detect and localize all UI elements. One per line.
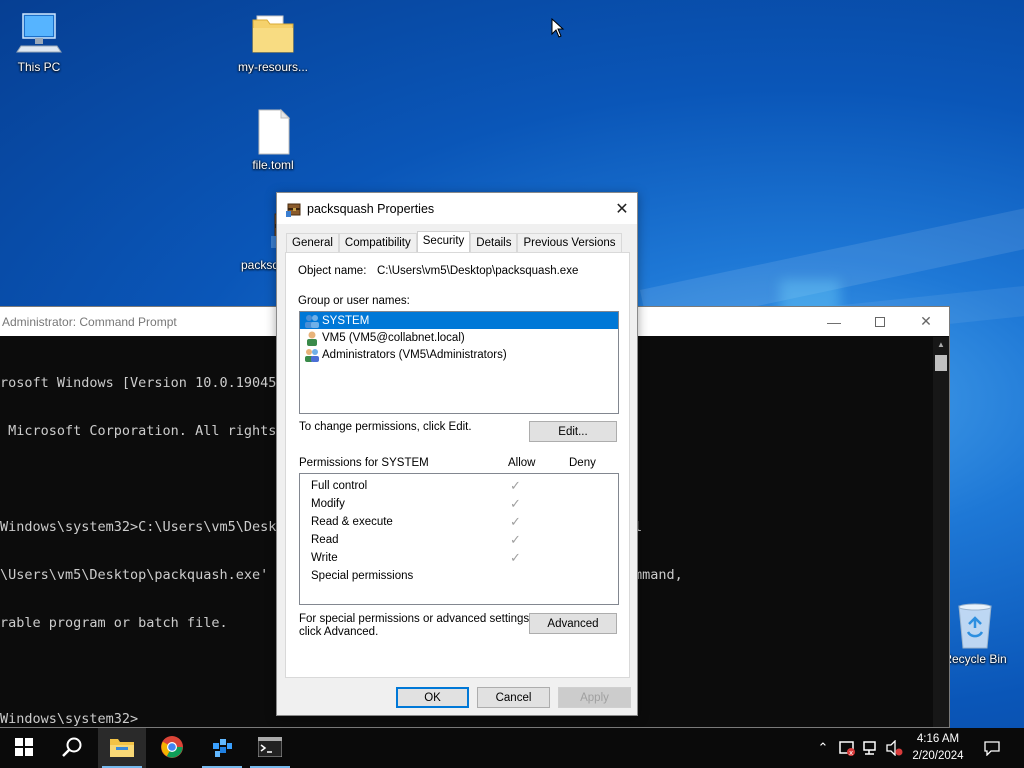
desktop-icon-my-resources-folder[interactable]: my-resours... <box>228 10 318 74</box>
dialog-title: packsquash Properties <box>307 201 435 216</box>
permission-row-read: Read ✓ <box>311 532 521 547</box>
show-hidden-icons-chevron-icon[interactable]: ⌃ <box>813 738 833 758</box>
cmd-maximize-button[interactable] <box>857 307 903 336</box>
tab-previous-versions[interactable]: Previous Versions <box>517 233 622 253</box>
user-list-item-label: Administrators (VM5\Administrators) <box>322 348 507 361</box>
permissions-for-label: Permissions for SYSTEM <box>299 457 429 469</box>
object-name-label: Object name: <box>298 265 367 277</box>
notifications-icon[interactable] <box>982 738 1002 758</box>
deny-column-header: Deny <box>569 457 596 469</box>
dialog-titlebar[interactable]: packsquash Properties ✕ <box>277 193 637 224</box>
ok-button[interactable]: OK <box>396 687 469 708</box>
monitor-icon <box>15 10 63 58</box>
clock-time: 4:16 AM <box>916 733 960 745</box>
allow-check-icon: ✓ <box>510 496 521 511</box>
clock-date: 2/20/2024 <box>912 750 964 762</box>
user-list-item-label: SYSTEM <box>322 314 370 327</box>
chrome-icon <box>160 735 184 762</box>
permission-row-write: Write ✓ <box>311 550 521 565</box>
packsquash-app-icon <box>286 201 302 217</box>
taskbar-command-prompt[interactable] <box>246 728 294 768</box>
allow-check-icon: ✓ <box>510 514 521 529</box>
minimize-icon: — <box>827 313 841 330</box>
permission-row-read-execute: Read & execute ✓ <box>311 514 521 529</box>
taskbar-chrome[interactable] <box>148 728 196 768</box>
user-list-item-vm5[interactable]: VM5 (VM5@collabnet.local) <box>300 329 618 346</box>
security-tab-panel: Object name: C:\Users\vm5\Desktop\packsq… <box>285 252 630 678</box>
user-list-item-administrators[interactable]: Administrators (VM5\Administrators) <box>300 346 618 363</box>
tab-general[interactable]: General <box>286 233 339 253</box>
desktop-icon-this-pc[interactable]: This PC <box>0 10 84 74</box>
network-icon[interactable] <box>861 738 881 758</box>
user-group-icon <box>304 347 320 363</box>
group-or-user-names-label: Group or user names: <box>298 295 410 307</box>
tab-compatibility[interactable]: Compatibility <box>338 233 417 253</box>
security-warning-icon[interactable]: x <box>837 738 857 758</box>
permission-row-modify: Modify ✓ <box>311 496 521 511</box>
permission-row-special: Special permissions <box>311 570 414 582</box>
taskbar-app-blue[interactable] <box>198 728 246 768</box>
cmd-title: Administrator: Command Prompt <box>2 314 177 329</box>
mouse-cursor-icon <box>551 17 565 38</box>
blank-file-icon <box>249 108 297 156</box>
change-permissions-text: To change permissions, click Edit. <box>299 421 472 433</box>
tab-details[interactable]: Details <box>470 233 518 253</box>
user-list-item-system[interactable]: SYSTEM <box>300 312 618 329</box>
maximize-icon <box>875 316 885 327</box>
properties-dialog[interactable]: packsquash Properties ✕ General Compatib… <box>276 192 638 716</box>
permission-row-full-control: Full control ✓ <box>311 478 521 493</box>
allow-check-icon: ✓ <box>510 532 521 547</box>
windows-logo-icon <box>15 737 33 759</box>
cancel-button[interactable]: Cancel <box>477 687 550 708</box>
dialog-tabs: General Compatibility Security Details P… <box>286 231 622 253</box>
object-name-value: C:\Users\vm5\Desktop\packsquash.exe <box>377 265 579 277</box>
permissions-list: Full control ✓ Modify ✓ Read & execute ✓… <box>299 473 619 605</box>
apply-button[interactable]: Apply <box>558 687 631 708</box>
scroll-up-arrow-icon[interactable]: ▲ <box>933 337 949 353</box>
cmd-scrollbar[interactable]: ▲ <box>933 337 949 727</box>
edit-button[interactable]: Edit... <box>529 421 617 442</box>
search-button[interactable] <box>48 728 96 768</box>
svg-text:x: x <box>849 749 853 756</box>
allow-check-icon: ✓ <box>510 478 521 493</box>
taskbar-file-explorer[interactable] <box>98 728 146 768</box>
user-list[interactable]: SYSTEM VM5 (VM5@collabnet.local) Adminis… <box>299 311 619 414</box>
file-explorer-icon <box>110 737 134 760</box>
dialog-close-button[interactable]: ✕ <box>607 193 637 224</box>
taskbar-clock[interactable]: 4:16 AM 2/20/2024 <box>905 731 971 765</box>
desktop-icon-file-toml[interactable]: file.toml <box>228 108 318 172</box>
search-icon <box>61 736 83 761</box>
close-icon: ✕ <box>920 313 932 329</box>
allow-column-header: Allow <box>508 457 536 469</box>
scrollbar-thumb[interactable] <box>935 355 947 371</box>
advanced-settings-text-1: For special permissions or advanced sett… <box>299 613 533 625</box>
user-group-icon <box>304 313 320 329</box>
recycle-bin-icon <box>951 602 999 650</box>
app-squares-icon <box>210 735 234 762</box>
volume-muted-icon[interactable] <box>884 738 904 758</box>
close-icon: ✕ <box>615 200 629 218</box>
advanced-settings-text-2: click Advanced. <box>299 626 379 638</box>
tab-security[interactable]: Security <box>416 231 471 252</box>
user-list-item-label: VM5 (VM5@collabnet.local) <box>322 331 465 344</box>
folder-icon <box>249 10 297 58</box>
user-icon <box>304 330 320 346</box>
taskbar: ⌃ x 4:16 AM 2/20/2024 <box>0 728 1024 768</box>
cmd-close-button[interactable]: ✕ <box>903 307 949 336</box>
cmd-minimize-button[interactable]: — <box>811 307 857 336</box>
start-button[interactable] <box>0 728 48 768</box>
allow-check-icon: ✓ <box>510 550 521 565</box>
advanced-button[interactable]: Advanced <box>529 613 617 634</box>
command-prompt-icon <box>257 736 283 760</box>
